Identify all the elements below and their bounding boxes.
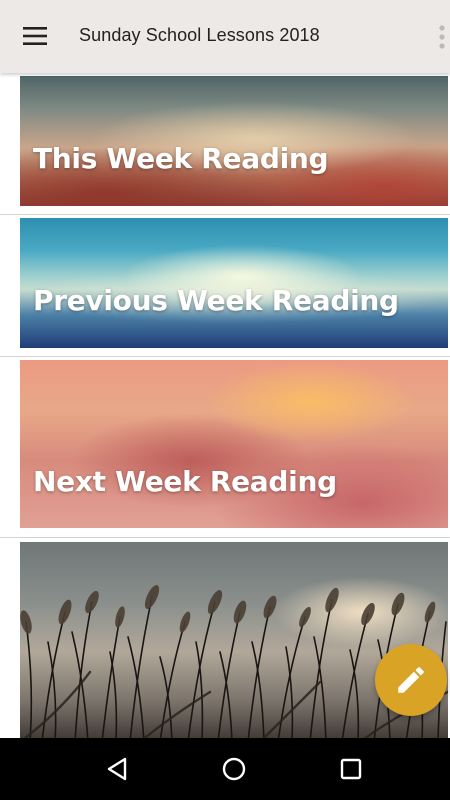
grass-silhouette-image (20, 585, 448, 738)
divider (0, 356, 450, 357)
home-button[interactable] (214, 749, 254, 789)
card-next-week-reading[interactable]: Next Week Reading (20, 360, 448, 528)
card-title: Previous Week Reading (33, 284, 399, 317)
system-nav-bar (0, 738, 450, 800)
divider (0, 214, 450, 215)
edit-fab-button[interactable] (375, 644, 447, 716)
hamburger-menu-icon (23, 27, 47, 45)
app-bar: Sunday School Lessons 2018 (0, 0, 450, 73)
card-title: Next Week Reading (33, 465, 337, 498)
divider (0, 537, 450, 538)
card-this-week-reading[interactable]: This Week Reading (20, 76, 448, 206)
recents-square-icon (340, 758, 362, 780)
card-previous-week-reading[interactable]: Previous Week Reading (20, 218, 448, 348)
reading-list: This Week Reading Previous Week Reading … (0, 73, 450, 738)
app-title: Sunday School Lessons 2018 (79, 25, 320, 45)
more-vert-icon (439, 25, 445, 49)
card-title: This Week Reading (33, 142, 329, 175)
recents-button[interactable] (331, 749, 371, 789)
screen: Sunday School Lessons 2018 This Week Rea… (0, 0, 450, 800)
card-grass-image[interactable] (20, 542, 448, 738)
back-triangle-icon (107, 757, 127, 781)
back-button[interactable] (97, 749, 137, 789)
menu-button[interactable] (14, 16, 58, 56)
home-circle-icon (222, 757, 246, 781)
overflow-menu-button[interactable] (434, 20, 450, 54)
pencil-icon (398, 667, 424, 693)
